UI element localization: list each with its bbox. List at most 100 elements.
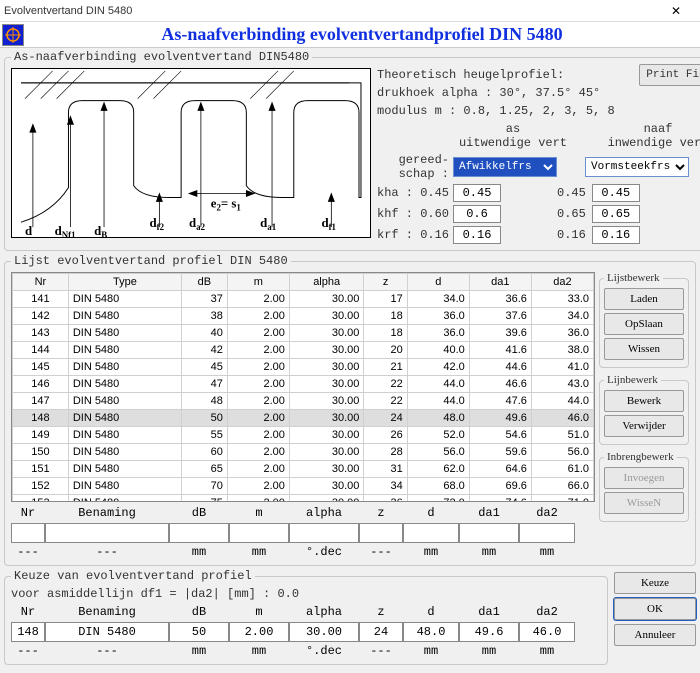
table-row[interactable]: 144DIN 5480422.0030.002040.041.638.0: [13, 342, 594, 359]
table-row[interactable]: 153DIN 5480752.0030.003672.074.671.0: [13, 495, 594, 503]
svg-text:dNf1: dNf1: [55, 224, 76, 237]
wissenN-button[interactable]: WisseN: [604, 492, 684, 514]
group-inbrengbewerk: Inbrengbewerk Invoegen WisseN: [599, 451, 689, 522]
choice-ben-input[interactable]: [45, 622, 169, 642]
col-alpha[interactable]: alpha: [289, 274, 364, 291]
hdr-da1: da1: [459, 605, 519, 619]
group-list: Lijst evolventvertand profiel DIN 5480 N…: [4, 254, 696, 566]
hdr-z: z: [359, 605, 403, 619]
profile-table[interactable]: NrTypedBmalphazdda1da2 141DIN 5480372.00…: [12, 273, 594, 502]
krf-naaf-input[interactable]: [592, 226, 640, 244]
edit-ben-input[interactable]: [45, 523, 169, 543]
unit-label: mm: [403, 545, 459, 559]
invoegen-button[interactable]: Invoegen: [604, 467, 684, 489]
annuleer-button[interactable]: Annuleer: [614, 624, 696, 646]
edit-z-input[interactable]: [359, 523, 403, 543]
close-icon[interactable]: ✕: [656, 0, 696, 22]
kha-naaf-input[interactable]: [592, 184, 640, 202]
choice-z-input[interactable]: [359, 622, 403, 642]
krf-as-input[interactable]: [453, 226, 501, 244]
verwijder-button[interactable]: Verwijder: [604, 415, 684, 437]
choice-da2-input[interactable]: [519, 622, 575, 642]
edit-alpha-input[interactable]: [289, 523, 359, 543]
col-dB[interactable]: dB: [182, 274, 228, 291]
choice-d-input[interactable]: [403, 622, 459, 642]
col-m[interactable]: m: [227, 274, 289, 291]
table-row[interactable]: 145DIN 5480452.0030.002142.044.641.0: [13, 359, 594, 376]
edit-da2-input[interactable]: [519, 523, 575, 543]
unit-label: mm: [459, 545, 519, 559]
opslaan-button[interactable]: OpSlaan: [604, 313, 684, 335]
khf-naaf-input[interactable]: [592, 205, 640, 223]
group-profile: As-naafverbinding evolventvertand DIN548…: [4, 50, 700, 251]
svg-text:da2: da2: [189, 216, 206, 232]
svg-text:df1: df1: [321, 216, 336, 232]
khf-as-input[interactable]: [453, 205, 501, 223]
table-row[interactable]: 152DIN 5480702.0030.003468.069.666.0: [13, 478, 594, 495]
hdr-Nr: Nr: [11, 506, 45, 520]
table-row[interactable]: 142DIN 5480382.0030.001836.037.634.0: [13, 308, 594, 325]
hdr-Benaming: Benaming: [45, 506, 169, 520]
table-row[interactable]: 143DIN 5480402.0030.001836.039.636.0: [13, 325, 594, 342]
kha-label: kha : 0.45: [377, 186, 453, 200]
unit-label: ---: [359, 545, 403, 559]
laden-button[interactable]: Laden: [604, 288, 684, 310]
wissen-button[interactable]: Wissen: [604, 338, 684, 360]
edit-nr-input[interactable]: [11, 523, 45, 543]
col-Nr[interactable]: Nr: [13, 274, 69, 291]
print-fig-button[interactable]: Print Fig: [639, 64, 700, 86]
hdr-m: m: [229, 605, 289, 619]
table-row[interactable]: 150DIN 5480602.0030.002856.059.656.0: [13, 444, 594, 461]
svg-text:dB: dB: [94, 224, 107, 237]
group-choice-legend: Keuze van evolventvertand profiel: [11, 569, 255, 583]
bewerk-button[interactable]: Bewerk: [604, 390, 684, 412]
ok-button[interactable]: OK: [614, 598, 696, 620]
unit-label: ---: [45, 644, 169, 658]
col-z[interactable]: z: [364, 274, 407, 291]
group-profile-legend: As-naafverbinding evolventvertand DIN548…: [11, 50, 312, 64]
col-d[interactable]: d: [407, 274, 469, 291]
unit-label: mm: [459, 644, 519, 658]
svg-text:d: d: [25, 224, 32, 237]
choice-alpha-input[interactable]: [289, 622, 359, 642]
gereedschap-naaf-combo[interactable]: Vormsteekfrs: [585, 157, 689, 177]
as-label: as: [453, 122, 573, 136]
col-da2[interactable]: da2: [531, 274, 593, 291]
choice-m-input[interactable]: [229, 622, 289, 642]
table-row[interactable]: 147DIN 5480482.0030.002244.047.644.0: [13, 393, 594, 410]
edit-da1-input[interactable]: [459, 523, 519, 543]
gereedschap-as-combo[interactable]: Afwikkelfrs: [453, 157, 557, 177]
hdr-alpha: alpha: [289, 605, 359, 619]
hdr-m: m: [229, 506, 289, 520]
col-da1[interactable]: da1: [469, 274, 531, 291]
choice-da1-input[interactable]: [459, 622, 519, 642]
edit-d-input[interactable]: [403, 523, 459, 543]
hdr-z: z: [359, 506, 403, 520]
keuze-button[interactable]: Keuze: [614, 572, 696, 594]
edit-m-input[interactable]: [229, 523, 289, 543]
kha-as-input[interactable]: [453, 184, 501, 202]
header-bar: As-naafverbinding evolventvertandprofiel…: [0, 22, 700, 48]
table-row[interactable]: 151DIN 5480652.0030.003162.064.661.0: [13, 461, 594, 478]
group-lijstbewerk: Lijstbewerk Laden OpSlaan Wissen: [599, 272, 689, 368]
unit-label: mm: [229, 545, 289, 559]
hdr-dB: dB: [169, 506, 229, 520]
hdr-alpha: alpha: [289, 506, 359, 520]
unit-label: ---: [359, 644, 403, 658]
col-Type[interactable]: Type: [68, 274, 181, 291]
unit-label: °.dec: [289, 545, 359, 559]
hdr-dB: dB: [169, 605, 229, 619]
svg-text:e2= s1: e2= s1: [211, 196, 241, 212]
choice-nr-input[interactable]: [11, 622, 45, 642]
choice-dB-input[interactable]: [169, 622, 229, 642]
table-row[interactable]: 148DIN 5480502.0030.002448.049.646.0: [13, 410, 594, 427]
table-row[interactable]: 146DIN 5480472.0030.002244.046.643.0: [13, 376, 594, 393]
profile-table-scroll[interactable]: NrTypedBmalphazdda1da2 141DIN 5480372.00…: [11, 272, 595, 502]
naaf-label: naaf: [603, 122, 700, 136]
table-row[interactable]: 141DIN 5480372.0030.001734.036.633.0: [13, 291, 594, 308]
hdr-da2: da2: [519, 605, 575, 619]
app-icon: [2, 24, 24, 46]
unit-label: mm: [403, 644, 459, 658]
edit-dB-input[interactable]: [169, 523, 229, 543]
table-row[interactable]: 149DIN 5480552.0030.002652.054.651.0: [13, 427, 594, 444]
